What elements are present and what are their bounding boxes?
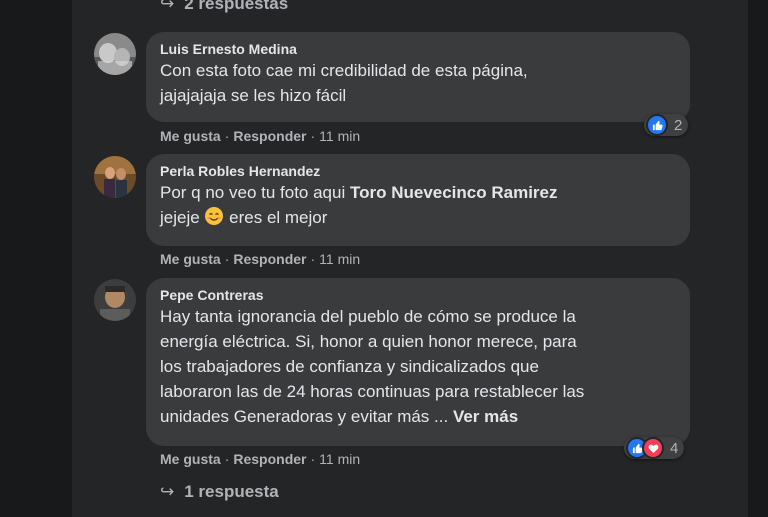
replies-count-label: 2 respuestas xyxy=(184,0,289,13)
avatar[interactable] xyxy=(94,156,136,198)
comment-author[interactable]: Luis Ernesto Medina xyxy=(160,40,676,58)
view-replies-link[interactable]: ↪ 2 respuestas xyxy=(160,0,288,14)
comment-actions: Me gusta · Responder · 11 min xyxy=(160,128,361,144)
reply-arrow-icon: ↪ xyxy=(160,482,175,501)
comment-bubble: Perla Robles Hernandez Por q no veo tu f… xyxy=(146,154,690,246)
reply-arrow-icon: ↪ xyxy=(160,0,175,13)
avatar[interactable] xyxy=(94,279,136,321)
comment-timestamp[interactable]: 11 min xyxy=(319,251,360,267)
panel-edge xyxy=(748,0,768,517)
comment-bubble: Luis Ernesto Medina Con esta foto cae mi… xyxy=(146,32,690,122)
reaction-count: 4 xyxy=(670,439,679,457)
comment-timestamp[interactable]: 11 min xyxy=(319,451,360,467)
reaction-count: 2 xyxy=(674,116,683,134)
comment-author[interactable]: Perla Robles Hernandez xyxy=(160,162,676,180)
comment-text: Por q no veo tu foto aqui Toro Nuevecinc… xyxy=(160,183,558,227)
like-link[interactable]: Me gusta xyxy=(160,251,221,267)
comment-text: Hay tanta ignorancia del pueblo de cómo … xyxy=(160,307,585,426)
smiling-face-emoji-icon xyxy=(204,206,224,226)
mention-link[interactable]: Toro Nuevecinco Ramirez xyxy=(350,183,558,202)
reply-link[interactable]: Responder xyxy=(233,251,306,267)
love-reaction-icon xyxy=(642,437,664,459)
reply-link[interactable]: Responder xyxy=(233,451,306,467)
reply-link[interactable]: Responder xyxy=(233,128,306,144)
comment-author[interactable]: Pepe Contreras xyxy=(160,286,676,304)
see-more-link[interactable]: Ver más xyxy=(453,407,518,426)
comment-actions: Me gusta · Responder · 11 min xyxy=(160,451,361,467)
view-replies-link[interactable]: ↪ 1 respuesta xyxy=(160,482,279,502)
like-link[interactable]: Me gusta xyxy=(160,451,221,467)
comment-timestamp[interactable]: 11 min xyxy=(319,128,360,144)
avatar[interactable] xyxy=(94,33,136,75)
like-reaction-icon xyxy=(646,114,668,136)
comment-bubble: Pepe Contreras Hay tanta ignorancia del … xyxy=(146,278,690,446)
comment-actions: Me gusta · Responder · 11 min xyxy=(160,251,361,267)
like-link[interactable]: Me gusta xyxy=(160,128,221,144)
replies-count-label: 1 respuesta xyxy=(184,482,279,501)
reaction-summary[interactable]: 2 xyxy=(644,114,689,136)
comment-text: Con esta foto cae mi credibilidad de est… xyxy=(160,61,528,105)
reaction-summary[interactable]: 4 xyxy=(624,437,685,459)
